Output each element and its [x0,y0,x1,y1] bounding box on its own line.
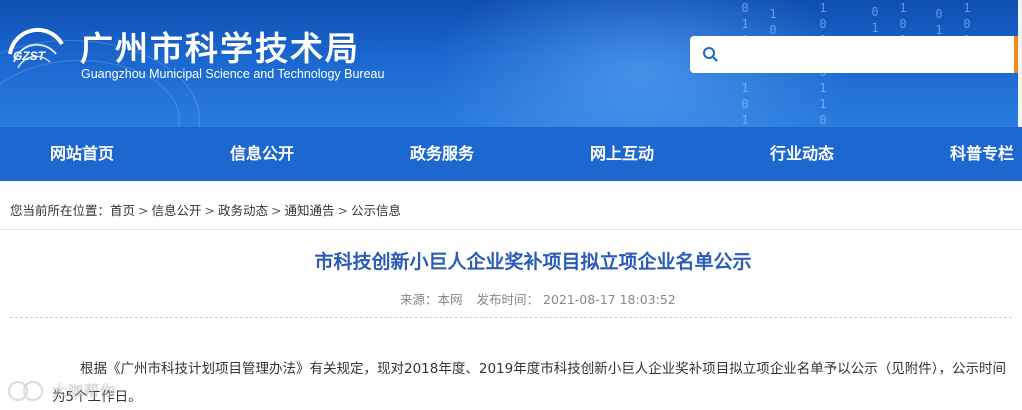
gzst-logo-icon: GZST [8,27,64,69]
breadcrumb-separator: > [204,203,216,218]
watermark-text: 大咖帮你 [52,382,117,400]
nav-item-info[interactable]: 信息公开 [230,127,294,181]
breadcrumb-link[interactable]: 通知通告 [285,203,335,218]
search-box [690,36,1022,73]
article-paragraph: 根据《广州市科技计划项目管理办法》有关规定，现对2018年度、2019年度市科技… [52,361,1006,405]
logo-abbr: GZST [13,49,47,63]
search-input[interactable] [724,40,1004,69]
article-source: 来源：本网 [400,292,463,307]
divider [10,317,1012,318]
watermark-logo-icon [8,381,43,401]
breadcrumb-separator: > [138,203,149,218]
main-nav: 网站首页 信息公开 政务服务 网上互动 行业动态 科普专栏 [0,127,1022,181]
site-title: 广州市科学技术局 [80,29,360,68]
scrollbar-edge [1018,0,1022,127]
nav-item-interaction[interactable]: 网上互动 [590,127,654,181]
breadcrumb-link[interactable]: 公示信息 [351,203,401,218]
breadcrumb-link[interactable]: 信息公开 [152,203,202,218]
site-subtitle: Guangzhou Municipal Science and Technolo… [81,67,385,81]
breadcrumb-separator: > [337,203,349,218]
breadcrumb-link[interactable]: 首页 [110,203,135,218]
article-date: 发布时间： 2021-08-17 18:03:52 [476,292,676,307]
watermark: 大咖帮你 [6,374,136,408]
article-title: 市科技创新小巨人企业奖补项目拟立项企业名单公示 [314,251,752,273]
breadcrumb: 您当前所在位置：首页 > 信息公开 > 政务动态 > 通知通告 > 公示信息 [10,200,401,219]
breadcrumb-prefix: 您当前所在位置： [10,203,111,218]
nav-item-services[interactable]: 政务服务 [410,127,474,181]
breadcrumb-link[interactable]: 政务动态 [218,203,268,218]
nav-item-industry[interactable]: 行业动态 [770,127,834,181]
breadcrumb-separator: > [271,203,282,218]
search-icon[interactable] [702,46,718,62]
nav-item-home[interactable]: 网站首页 [50,127,114,181]
article-meta: 来源：本网 发布时间： 2021-08-17 18:03:52 [400,289,676,308]
site-header: 0 1 0 1 0 1 0 1 0 0 1 1 0 0 1 0 1 1 0 0 … [0,0,1022,127]
divider [0,229,1022,230]
nav-item-science[interactable]: 科普专栏 [950,127,1014,181]
